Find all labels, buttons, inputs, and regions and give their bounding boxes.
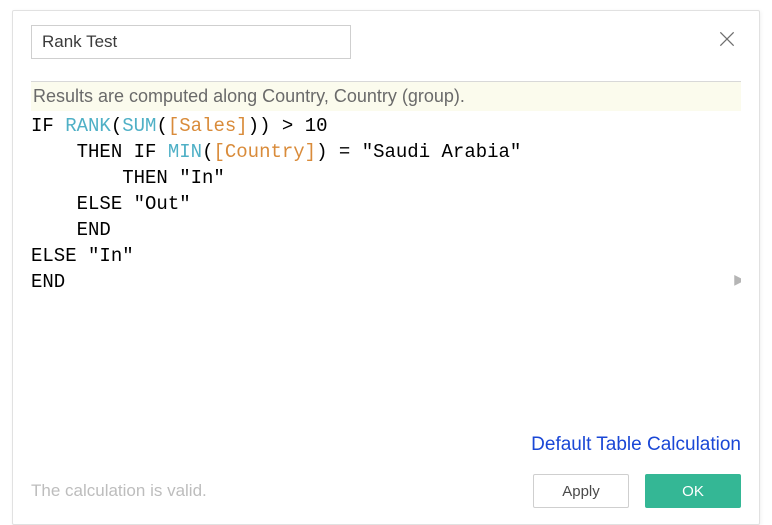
ok-button[interactable]: OK (645, 474, 741, 508)
results-along-banner: Results are computed along Country, Coun… (31, 82, 741, 111)
formula-text[interactable]: IF RANK(SUM([Sales])) > 10 THEN IF MIN([… (31, 113, 741, 295)
field-name-input[interactable] (31, 25, 351, 59)
default-table-calculation-link[interactable]: Default Table Calculation (531, 434, 741, 456)
validation-status: The calculation is valid. (31, 481, 517, 501)
close-button[interactable] (713, 25, 741, 53)
dialog-header (31, 25, 741, 59)
close-icon (717, 29, 737, 49)
expand-pane-icon[interactable]: ▶ (734, 271, 741, 288)
formula-editor[interactable]: IF RANK(SUM([Sales])) > 10 THEN IF MIN([… (31, 111, 741, 434)
calculated-field-dialog: Results are computed along Country, Coun… (12, 10, 760, 525)
apply-button[interactable]: Apply (533, 474, 629, 508)
dialog-footer: The calculation is valid. Apply OK (31, 466, 741, 508)
